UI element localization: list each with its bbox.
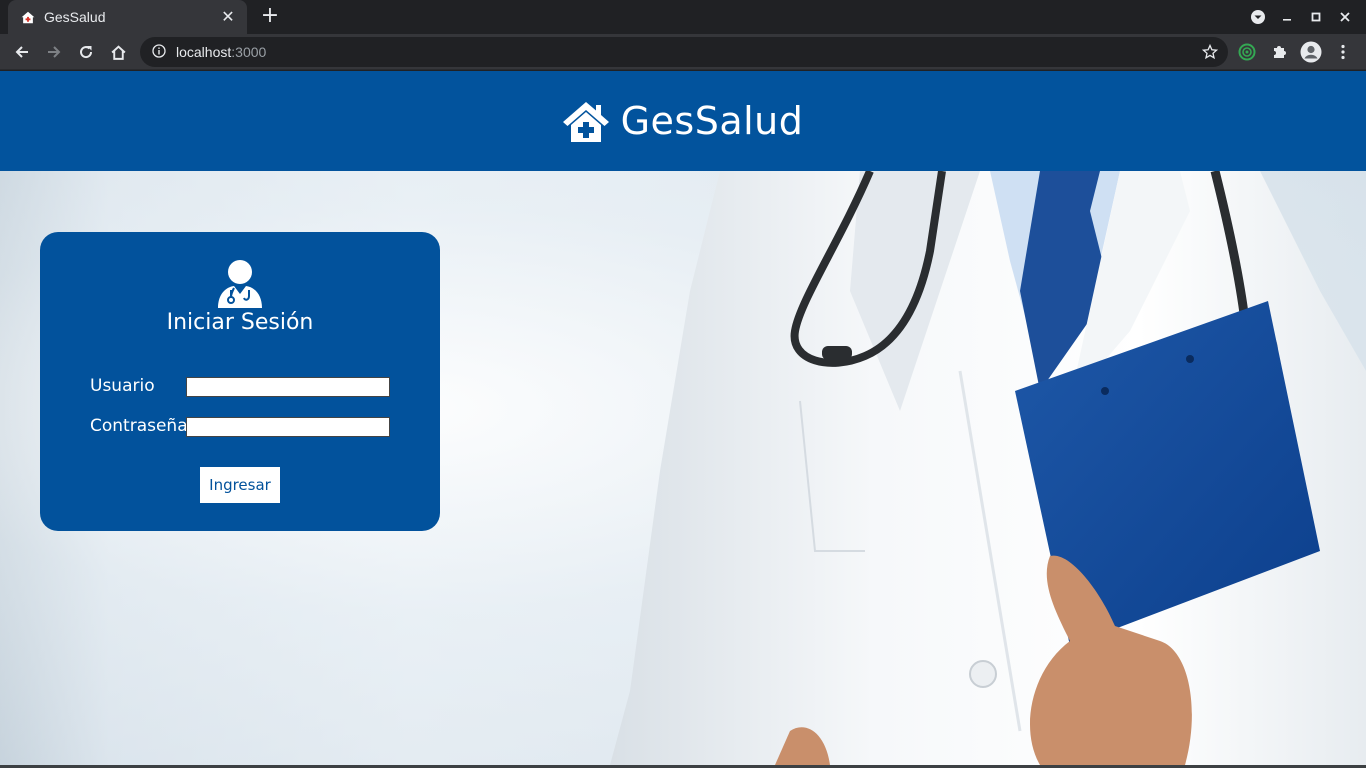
url-port: :3000	[231, 44, 267, 60]
back-arrow-icon[interactable]	[8, 38, 36, 66]
doctor-photo	[610, 171, 1366, 765]
close-window-icon[interactable]	[1330, 0, 1360, 34]
info-icon[interactable]	[152, 43, 166, 62]
site-header: GesSalud	[0, 71, 1366, 171]
hero-background: Iniciar Sesión Usuario Contraseña Ingres…	[0, 171, 1366, 765]
clinic-house-icon	[20, 9, 36, 25]
page-viewport: GesSalud Iniciar Sesión Usuario Contrase…	[0, 71, 1366, 765]
login-submit-button[interactable]: Ingresar	[200, 467, 280, 503]
close-tab-icon[interactable]: ✕	[219, 8, 237, 26]
url-host: localhost	[176, 44, 232, 60]
brand-title: GesSalud	[620, 99, 804, 143]
extension-circle-icon[interactable]	[1233, 38, 1261, 66]
clinic-house-icon	[562, 102, 609, 142]
login-card: Iniciar Sesión Usuario Contraseña Ingres…	[40, 232, 440, 531]
minimize-icon[interactable]	[1272, 0, 1302, 34]
forward-arrow-icon[interactable]	[40, 38, 68, 66]
tab-search-icon[interactable]	[1243, 0, 1272, 34]
reload-icon[interactable]	[72, 38, 100, 66]
username-label: Usuario	[90, 376, 155, 396]
browser-toolbar: localhost:3000	[0, 34, 1366, 70]
puzzle-extensions-icon[interactable]	[1265, 38, 1293, 66]
tab-title: GesSalud	[44, 9, 106, 25]
password-label: Contraseña	[90, 416, 188, 436]
username-input[interactable]	[186, 377, 390, 397]
home-icon[interactable]	[104, 38, 132, 66]
browser-tab[interactable]: GesSalud ✕	[8, 0, 247, 34]
browser-tab-strip: GesSalud ✕ +	[0, 0, 1366, 34]
doctor-icon	[218, 260, 262, 308]
address-bar[interactable]: localhost:3000	[140, 37, 1228, 67]
more-menu-icon[interactable]	[1329, 38, 1357, 66]
profile-avatar-icon[interactable]	[1297, 38, 1325, 66]
new-tab-button[interactable]: +	[258, 5, 282, 29]
login-title: Iniciar Sesión	[166, 310, 314, 335]
maximize-icon[interactable]	[1302, 0, 1330, 34]
window-controls	[1243, 0, 1366, 34]
bookmark-star-icon[interactable]	[1201, 43, 1219, 60]
password-input[interactable]	[186, 417, 390, 437]
